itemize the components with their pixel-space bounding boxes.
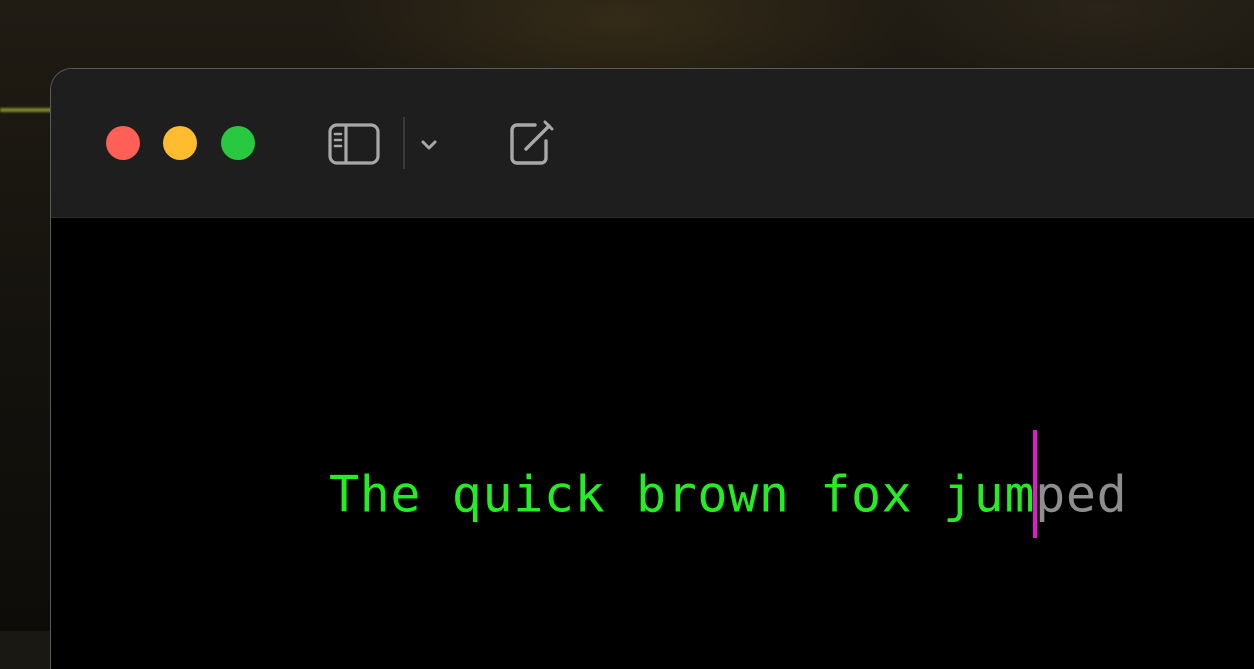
zoom-window-button[interactable]	[221, 126, 255, 160]
editor-text-line[interactable]: The quick brown fox jumped	[329, 430, 1127, 542]
close-window-button[interactable]	[106, 126, 140, 160]
typed-text: The quick brown fox jum	[329, 465, 1036, 524]
chevron-down-icon	[421, 140, 437, 150]
desktop-light-streak	[0, 108, 54, 112]
minimize-window-button[interactable]	[163, 126, 197, 160]
sidebar-toggle-icon	[328, 123, 380, 165]
compose-button[interactable]	[505, 117, 557, 169]
sidebar-options-button[interactable]	[415, 131, 443, 159]
text-editor[interactable]: The quick brown fox jumped	[51, 218, 1254, 669]
toolbar-divider	[403, 117, 405, 169]
autocomplete-suggestion[interactable]: ped	[1035, 466, 1127, 524]
window-titlebar[interactable]	[51, 69, 1254, 218]
text-caret	[1033, 430, 1038, 538]
sidebar-toggle-button[interactable]	[325, 121, 383, 167]
compose-icon	[510, 120, 554, 165]
app-window: The quick brown fox jumped	[50, 68, 1254, 669]
